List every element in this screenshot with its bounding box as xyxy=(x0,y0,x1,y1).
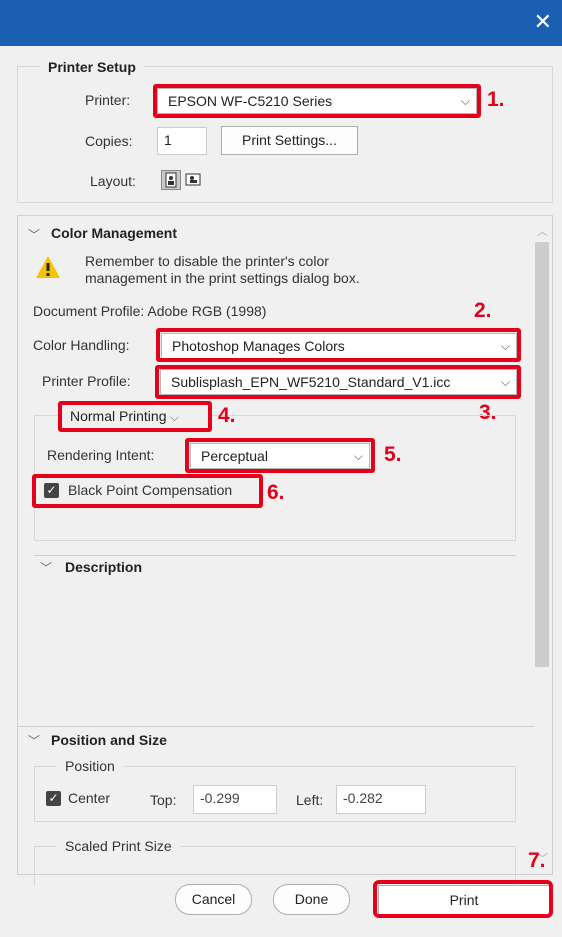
warning-icon xyxy=(35,255,61,282)
annotation-box-3 xyxy=(155,365,521,399)
scaled-print-size-label: Scaled Print Size xyxy=(57,838,180,854)
done-button[interactable]: Done xyxy=(273,884,350,915)
annotation-box-7 xyxy=(373,880,553,918)
annotation-box-4 xyxy=(58,401,212,432)
printer-profile-label: Printer Profile: xyxy=(42,373,131,389)
annotation-label-2: 2. xyxy=(474,299,492,322)
annotation-label-4: 4. xyxy=(218,404,236,427)
warning-text-line2: management in the print settings dialog … xyxy=(85,270,360,286)
landscape-layout-icon[interactable] xyxy=(184,170,204,190)
color-management-heading: Color Management xyxy=(51,225,178,241)
copies-input[interactable]: 1 xyxy=(157,127,207,155)
position-size-heading: Position and Size xyxy=(51,732,167,748)
annotation-label-6: 6. xyxy=(267,481,285,504)
close-icon[interactable]: ✕ xyxy=(534,10,552,34)
cancel-button[interactable]: Cancel xyxy=(175,884,252,915)
left-input[interactable]: -0.282 xyxy=(336,785,426,814)
annotation-label-1: 1. xyxy=(487,88,505,111)
printer-setup-heading: Printer Setup xyxy=(40,59,144,75)
description-divider xyxy=(34,555,516,556)
scrollbar-thumb[interactable] xyxy=(535,242,549,667)
annotation-label-5: 5. xyxy=(384,443,402,466)
document-profile-text: Document Profile: Adobe RGB (1998) xyxy=(33,303,267,319)
scroll-up-icon[interactable]: ︿ xyxy=(537,223,548,239)
position-label: Position xyxy=(57,758,123,774)
annotation-box-1 xyxy=(153,84,481,118)
annotation-label-7: 7. xyxy=(528,849,546,872)
collapse-chevron-icon[interactable]: ﹀ xyxy=(40,559,52,576)
annotation-box-2 xyxy=(156,328,521,362)
warning-text-line1: Remember to disable the printer's color xyxy=(85,253,329,269)
layout-label: Layout: xyxy=(90,173,136,189)
annotation-box-6 xyxy=(32,474,263,508)
top-label: Top: xyxy=(150,792,177,808)
print-settings-button[interactable]: Print Settings... xyxy=(221,126,358,155)
printer-label: Printer: xyxy=(85,92,131,108)
top-input[interactable]: -0.299 xyxy=(193,785,277,814)
description-heading: Description xyxy=(65,559,143,575)
title-bar xyxy=(0,0,562,46)
collapse-chevron-icon[interactable]: ﹀ xyxy=(28,226,40,243)
position-size-divider xyxy=(18,726,534,727)
left-label: Left: xyxy=(296,792,324,808)
annotation-box-5 xyxy=(185,438,375,473)
center-checkbox[interactable]: ✓ xyxy=(46,791,61,806)
color-handling-label: Color Handling: xyxy=(33,337,130,353)
center-label: Center xyxy=(68,790,111,806)
portrait-layout-icon[interactable] xyxy=(161,170,181,190)
collapse-chevron-icon[interactable]: ﹀ xyxy=(28,732,40,749)
copies-label: Copies: xyxy=(85,133,133,149)
rendering-intent-label: Rendering Intent: xyxy=(47,447,155,463)
